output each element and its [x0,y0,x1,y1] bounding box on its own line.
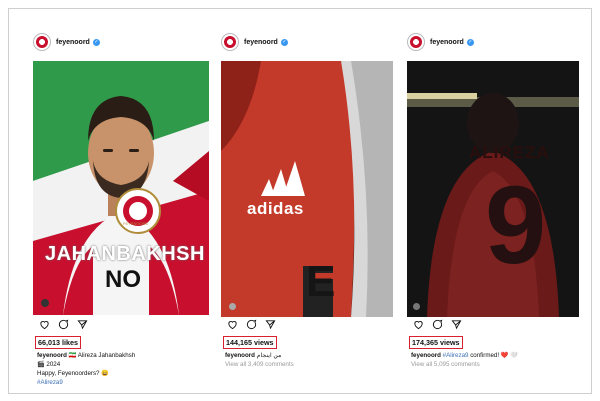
post-header: feyenoord ✓ [221,31,288,53]
post-header: feyenoord ✓ [33,31,100,53]
verified-badge-icon: ✓ [280,38,288,46]
username[interactable]: feyenoord [56,39,90,46]
caption-line-1: 🇮🇷 Alireza Jahanbakhsh [68,352,136,359]
verified-badge-icon: ✓ [92,38,100,46]
heart-icon[interactable] [413,319,424,330]
jersey-sub-text: NO [105,266,141,293]
jersey-name-text: JAHANBAKHSH [45,243,205,265]
jersey-name-text: ALIREZA [469,143,550,162]
caption-line-3: Happy, Feyenoorders? 😄 [37,370,109,377]
verified-badge-icon: ✓ [466,38,474,46]
feyenoord-avatar[interactable] [221,33,239,51]
crest-label-text: FEYENOORD [123,221,149,226]
caption-hashtag[interactable]: #Alireza9 [37,379,63,386]
adidas-logo-text: adidas [247,199,304,218]
caption-hashtag[interactable]: #Alireza9 [443,352,469,359]
comment-icon[interactable] [432,319,443,330]
caption-text: من اینجام [256,352,282,359]
caption-username[interactable]: feyenoord [411,352,441,359]
heart-icon[interactable] [39,319,50,330]
share-icon[interactable] [77,319,88,330]
shirt-letter-text: E [306,257,336,306]
username[interactable]: feyenoord [244,39,278,46]
likes-count: 66,013 likes [35,336,81,349]
caption-text: confirmed! ❤️ 🤍 [470,352,518,359]
feyenoord-avatar[interactable] [33,33,51,51]
post-actions [413,319,462,330]
view-comments-link[interactable]: View all 3,409 comments [225,361,294,368]
caption-username[interactable]: feyenoord [37,352,67,359]
post-actions [227,319,276,330]
heart-icon[interactable] [227,319,238,330]
post-image[interactable]: JAHANBAKHSH NO FEYENOORD [33,61,209,315]
caption-username[interactable]: feyenoord [225,352,255,359]
post-caption: feyenoord من اینجام View all 3,409 comme… [225,351,294,369]
username[interactable]: feyenoord [430,39,464,46]
post-video[interactable]: adidas E [221,61,393,317]
views-count: 174,365 views [409,336,463,349]
post-video[interactable]: ALIREZA 9 [407,61,579,317]
post-actions [39,319,88,330]
comment-icon[interactable] [246,319,257,330]
share-icon[interactable] [265,319,276,330]
post-header: feyenoord ✓ [407,31,474,53]
view-comments-link[interactable]: View all 5,095 comments [411,361,480,368]
jersey-number-text: 9 [485,164,547,287]
share-icon[interactable] [451,319,462,330]
views-count: 144,165 views [223,336,277,349]
collage-frame: feyenoord ✓ JAHANBAKHSH NO FEYENOORD 66,… [8,8,592,394]
feyenoord-avatar[interactable] [407,33,425,51]
post-caption: feyenoord 🇮🇷 Alireza Jahanbakhsh 🎬 2024 … [37,351,135,387]
comment-icon[interactable] [58,319,69,330]
caption-line-2: 🎬 2024 [37,361,61,368]
post-caption: feyenoord #Alireza9 confirmed! ❤️ 🤍 View… [411,351,518,369]
